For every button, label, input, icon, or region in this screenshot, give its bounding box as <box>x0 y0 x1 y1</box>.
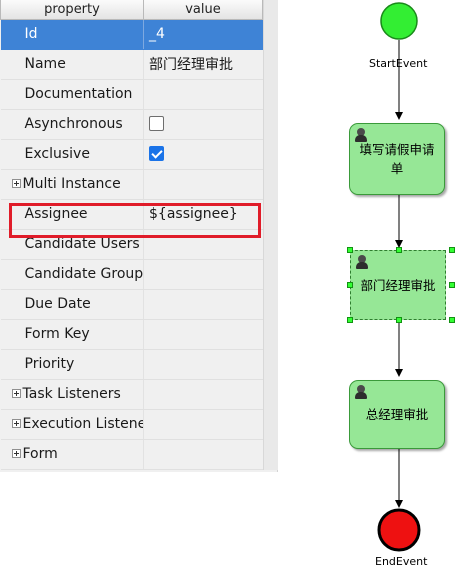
task-label: 填写请假申请单 <box>359 142 435 176</box>
start-event-label: StartEvent <box>369 57 428 70</box>
resize-handle-top-left[interactable] <box>347 247 353 253</box>
user-task-icon <box>356 255 368 269</box>
task-fill-leave-request[interactable]: 填写请假申请单 <box>349 123 445 195</box>
task-general-manager-approval[interactable]: 总经理审批 <box>349 380 445 449</box>
resize-handle-left[interactable] <box>347 282 353 288</box>
task-label: 部门经理审批 <box>360 277 436 293</box>
start-event-circle[interactable] <box>380 2 418 40</box>
resize-handle-bottom-right[interactable] <box>449 317 455 323</box>
end-event-circle[interactable] <box>377 508 421 552</box>
user-task-icon <box>355 128 367 142</box>
resize-handle-bottom-left[interactable] <box>347 317 353 323</box>
task-label: 总经理审批 <box>365 407 429 422</box>
task-dept-manager-approval[interactable]: 部门经理审批 <box>350 250 446 320</box>
workflow-diagram: StartEvent 填写请假申请单 部门经理审批 总经理审批 EndEvent <box>0 0 455 577</box>
resize-handle-top[interactable] <box>396 247 402 253</box>
resize-handle-top-right[interactable] <box>449 247 455 253</box>
resize-handle-right[interactable] <box>449 282 455 288</box>
user-task-icon <box>355 385 367 399</box>
resize-handle-bottom[interactable] <box>396 317 402 323</box>
end-event-label: EndEvent <box>375 555 428 568</box>
